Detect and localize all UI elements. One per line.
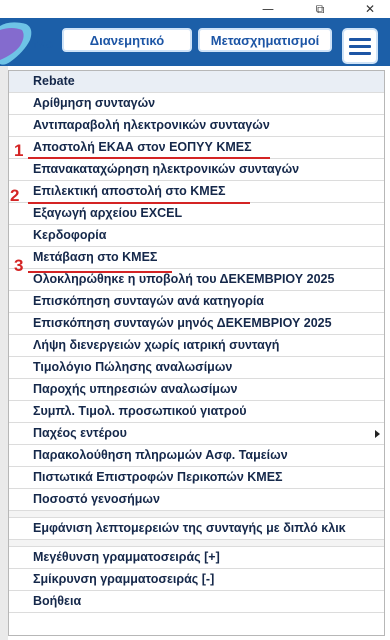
menu-item-voitheia[interactable]: Βοήθεια (9, 591, 384, 613)
annotation-number-1: 1 (14, 141, 24, 160)
minimize-icon[interactable]: — (248, 0, 288, 18)
menu-item-paxeos-enterou[interactable]: Παχέος εντέρου (9, 423, 384, 445)
menu-item-episkopisi-minos[interactable]: Επισκόπηση συνταγών μηνός ΔΕΚΕΜΒΡΙΟΥ 202… (9, 313, 384, 335)
annotation-number-3: 3 (14, 256, 24, 275)
menu-item-antiparavoli[interactable]: Αντιπαραβολή ηλεκτρονικών συνταγών (9, 115, 384, 137)
menu-item-episkopisi-kategoria[interactable]: Επισκόπηση συνταγών ανά κατηγορία (9, 291, 384, 313)
menu-item-parochis-ypiresion[interactable]: Παροχής υπηρεσιών αναλωσίμων (9, 379, 384, 401)
hamburger-menu-icon[interactable] (342, 28, 378, 64)
menu-item-apostoli-ekaa[interactable]: Αποστολή ΕΚΑΑ στον ΕΟΠΥΥ ΚΜΕΣ (9, 137, 384, 159)
menu-item-pistotika[interactable]: Πιστωτικά Επιστροφών Περικοπών ΚΜΕΣ (9, 467, 384, 489)
menu-item-smikrynsi[interactable]: Σμίκρυνση γραμματοσειράς [-] (9, 569, 384, 591)
menu-separator (9, 511, 384, 518)
app-logo: TWO (0, 18, 53, 68)
menu-item-arithmisi[interactable]: Αρίθμηση συνταγών (9, 93, 384, 115)
annotation-underline-3 (28, 271, 172, 273)
menu-item-parakolouthisi[interactable]: Παρακολούθηση πληρωμών Ασφ. Ταμείων (9, 445, 384, 467)
annotation-underline-1 (28, 157, 270, 159)
metasximatismoi-button[interactable]: Μετασχηματισμοί (198, 28, 332, 52)
close-icon[interactable]: ✕ (350, 0, 390, 18)
title-bar: — ⧉ ✕ (0, 0, 390, 18)
menu-item-pososto-genosimon[interactable]: Ποσοστό γενοσήμων (9, 489, 384, 511)
annotation-number-2: 2 (10, 186, 20, 205)
menu-item-kerdoforia[interactable]: Κερδοφορία (9, 225, 384, 247)
menu-item-timologio-polisis[interactable]: Τιμολόγιο Πώλησης αναλωσίμων (9, 357, 384, 379)
annotation-underline-2 (28, 202, 250, 204)
menu-item-emfanisi-leptomereion[interactable]: Εμφάνιση λεπτομερειών της συνταγής με δι… (9, 518, 384, 540)
menu-item-sympl-timol[interactable]: Συμπλ. Τιμολ. προσωπικού γιατρού (9, 401, 384, 423)
menu-item-lipsi-dienergeion[interactable]: Λήψη διενεργειών χωρίς ιατρική συνταγή (9, 335, 384, 357)
menu-item-exagogi-excel[interactable]: Εξαγωγή αρχείου EXCEL (9, 203, 384, 225)
menu-item-epilektiki-apostoli[interactable]: Επιλεκτική αποστολή στο ΚΜΕΣ (9, 181, 384, 203)
menu-item-rebate[interactable]: Rebate (9, 71, 384, 93)
background-panel (0, 66, 8, 640)
logo-text: TWO (32, 40, 53, 50)
dianemitiko-button[interactable]: Διανεμητικό (62, 28, 192, 52)
menu-item-megethynsi[interactable]: Μεγέθυνση γραμματοσειράς [+] (9, 547, 384, 569)
restore-icon[interactable]: ⧉ (300, 0, 340, 18)
menu-separator (9, 540, 384, 547)
dropdown-menu: Rebate Αρίθμηση συνταγών Αντιπαραβολή ηλ… (8, 70, 385, 636)
menu-item-epanakataxorisi[interactable]: Επανακαταχώρηση ηλεκτρονικών συνταγών (9, 159, 384, 181)
submenu-arrow-icon (375, 430, 380, 438)
menu-item-metavasi-kmes[interactable]: Μετάβαση στο ΚΜΕΣ (9, 247, 384, 269)
